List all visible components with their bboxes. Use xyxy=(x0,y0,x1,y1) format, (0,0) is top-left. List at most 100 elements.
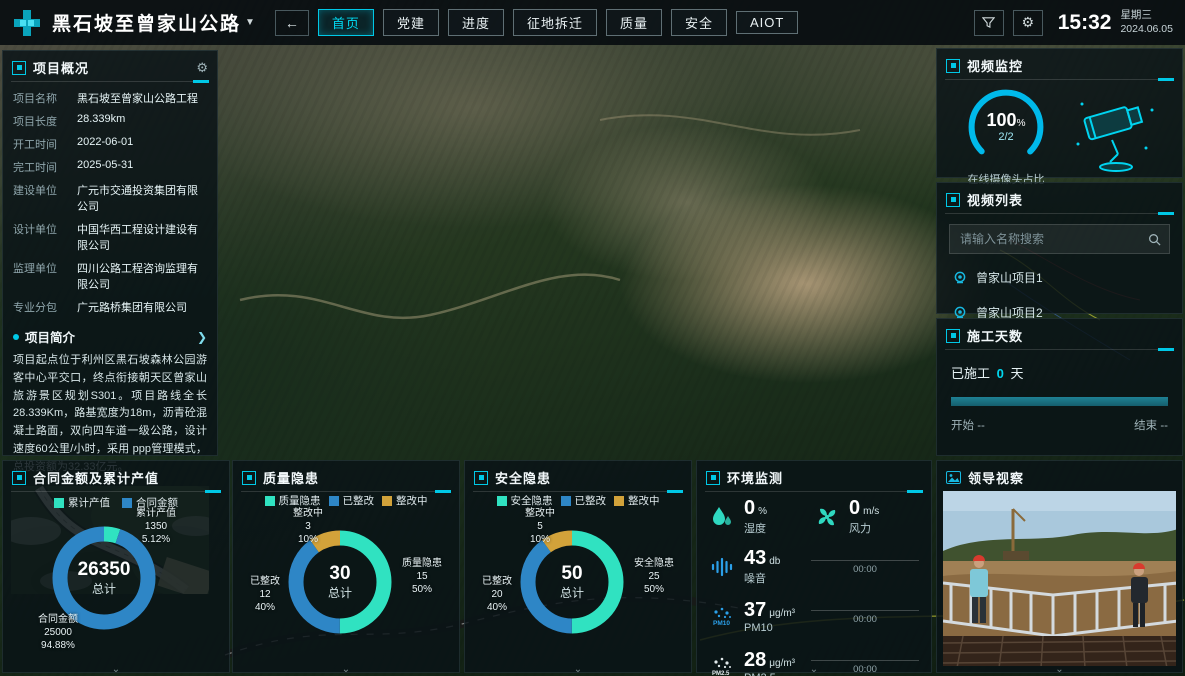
top-bar: 黑石坡至曾家山公路 ▼ ← 首页 党建 进度 征地拆迁 质量 安全 AIOT ⚙… xyxy=(0,0,1185,45)
panel-title: 视频列表 xyxy=(967,190,1023,209)
caret-down-icon[interactable]: ▼ xyxy=(245,17,255,28)
legend-item: 质量隐患 xyxy=(265,493,321,508)
panel-marker-icon xyxy=(946,59,960,73)
clock: 15:32 xyxy=(1058,11,1112,35)
field-row: 完工时间2025-05-31 xyxy=(3,155,217,178)
field-row: 项目长度28.339km xyxy=(3,109,217,132)
chevron-right-icon[interactable]: ❯ xyxy=(197,330,207,344)
tab-aiot[interactable]: AIOT xyxy=(736,11,798,34)
slice-label: 整改中 5 10% xyxy=(505,507,575,546)
date: 2024.06.05 xyxy=(1120,23,1173,36)
gauge-value: 100 xyxy=(987,110,1017,130)
pm10-trend: 00:00 xyxy=(811,610,919,625)
tab-progress[interactable]: 进度 xyxy=(448,9,504,36)
slice-label: 整改中 3 10% xyxy=(273,507,343,546)
gear-icon[interactable]: ⚙ xyxy=(196,60,208,76)
pm25-metric: PM2.5 28μg/m³ PM2.5 xyxy=(709,650,795,676)
panel-title: 质量隐患 xyxy=(263,468,319,487)
pm10-metric: PM10 37μg/m³ PM10 xyxy=(709,600,795,634)
tab-quality[interactable]: 质量 xyxy=(606,9,662,36)
back-button[interactable]: ← xyxy=(275,10,309,36)
picture-icon xyxy=(946,471,961,484)
dashboard: 黑石坡至曾家山公路 ▼ ← 首页 党建 进度 征地拆迁 质量 安全 AIOT ⚙… xyxy=(0,0,1185,676)
field-row: 开工时间2022-06-01 xyxy=(3,132,217,155)
days-progress-bar xyxy=(951,397,1168,406)
tab-party[interactable]: 党建 xyxy=(383,9,439,36)
panel-title: 环境监测 xyxy=(727,468,783,487)
panel-marker-icon xyxy=(474,471,488,485)
panel-title: 视频监控 xyxy=(967,56,1023,75)
days-worked: 已施工 0 天 xyxy=(951,363,1168,382)
fan-icon xyxy=(814,504,840,530)
start-date: 开始 -- xyxy=(951,417,985,433)
quality-hazard-panel: 质量隐患 质量隐患 已整改 整改中 整改中 3 10% 30 总计 质量隐患 1… xyxy=(232,460,460,673)
slice-label: 合同金额 25000 94.88% xyxy=(17,613,99,652)
gauge-ratio: 2/2 xyxy=(998,131,1013,143)
leader-visit-panel: 领导视察 xyxy=(936,460,1183,673)
slice-label: 已整改 12 40% xyxy=(235,575,295,614)
panel-marker-icon xyxy=(706,471,720,485)
slice-label: 累计产值 1350 5.12% xyxy=(115,507,197,546)
construction-days-panel: 施工天数 已施工 0 天 开始 -- 结束 -- xyxy=(936,318,1183,456)
pm10-icon: PM10 xyxy=(709,604,735,630)
droplet-icon xyxy=(709,504,735,530)
end-date: 结束 -- xyxy=(1134,417,1168,433)
filter-button[interactable] xyxy=(974,10,1004,36)
camera-gauge: 100% 2/2 xyxy=(963,84,1049,170)
tab-home[interactable]: 首页 xyxy=(318,9,374,36)
bullet-icon xyxy=(13,334,19,340)
field-row: 监理单位四川公路工程咨询监理有限公司 xyxy=(3,256,217,295)
tab-land[interactable]: 征地拆迁 xyxy=(513,9,597,36)
noise-trend: 00:00 xyxy=(811,560,919,575)
video-monitor-panel: 视频监控 100% 2/2 在线摄像头占比 xyxy=(936,48,1183,178)
humidity-metric: 0% 湿度 xyxy=(709,498,814,536)
leader-visit-photo[interactable] xyxy=(943,491,1176,666)
pm25-icon: PM2.5 xyxy=(709,654,735,676)
panel-title: 项目概况 xyxy=(33,58,89,77)
legend-item: 整改中 xyxy=(382,493,428,508)
video-list-panel: 视频列表 曾家山项目1 曾家山项目2 xyxy=(936,182,1183,314)
panel-marker-icon xyxy=(12,471,26,485)
field-row: 设计单位中国华西工程设计建设有限公司 xyxy=(3,217,217,256)
svg-text:PM2.5: PM2.5 xyxy=(712,671,730,676)
tab-safety[interactable]: 安全 xyxy=(671,9,727,36)
legend-item: 整改中 xyxy=(614,493,660,508)
panel-title: 施工天数 xyxy=(967,326,1023,345)
safety-hazard-panel: 安全隐患 安全隐患 已整改 整改中 整改中 5 10% 50 总计 安全隐患 2… xyxy=(464,460,692,673)
intro-title: 项目简介 xyxy=(25,327,75,346)
legend-item: 累计产值 xyxy=(54,495,110,510)
cctv-camera-icon xyxy=(1068,84,1164,176)
slice-label: 安全隐患 25 50% xyxy=(619,557,689,596)
panel-title: 合同金额及累计产值 xyxy=(33,468,159,487)
logo-icon xyxy=(12,8,42,38)
legend-item: 安全隐患 xyxy=(497,493,553,508)
wind-metric: 0m/s 风力 xyxy=(814,498,879,536)
legend-item: 已整改 xyxy=(329,493,375,508)
weekday: 星期三 xyxy=(1120,9,1173,22)
webcam-icon xyxy=(953,271,967,285)
noise-icon xyxy=(709,554,735,580)
contract-value-panel: 合同金额及累计产值 累计产值 合同金额 累计产值 1350 5.12% 2635… xyxy=(2,460,230,673)
pm25-trend: 00:00 xyxy=(811,660,919,675)
svg-text:PM10: PM10 xyxy=(713,620,730,627)
video-search xyxy=(949,224,1170,254)
field-row: 项目名称黑石坡至曾家山公路工程 xyxy=(3,86,217,109)
settings-button[interactable]: ⚙ xyxy=(1013,10,1043,36)
field-row: 专业分包广元路桥集团有限公司 xyxy=(3,295,217,318)
legend-item: 已整改 xyxy=(561,493,607,508)
panel-title: 领导视察 xyxy=(968,468,1024,487)
panel-marker-icon xyxy=(946,193,960,207)
page-title: 黑石坡至曾家山公路 xyxy=(52,9,241,36)
video-item[interactable]: 曾家山项目1 xyxy=(937,260,1182,295)
filter-icon xyxy=(982,16,995,29)
search-icon[interactable] xyxy=(1148,233,1161,246)
field-row: 建设单位广元市交通投资集团有限公司 xyxy=(3,178,217,217)
panel-marker-icon xyxy=(12,61,26,75)
noise-metric: 43db 噪音 xyxy=(709,548,780,586)
slice-label: 已整改 20 40% xyxy=(467,575,527,614)
panel-marker-icon xyxy=(242,471,256,485)
project-overview-panel: 项目概况 ⚙ 项目名称黑石坡至曾家山公路工程 项目长度28.339km 开工时间… xyxy=(2,50,218,456)
gear-icon: ⚙ xyxy=(1021,14,1034,31)
panel-marker-icon xyxy=(946,329,960,343)
search-input[interactable] xyxy=(958,231,1148,247)
